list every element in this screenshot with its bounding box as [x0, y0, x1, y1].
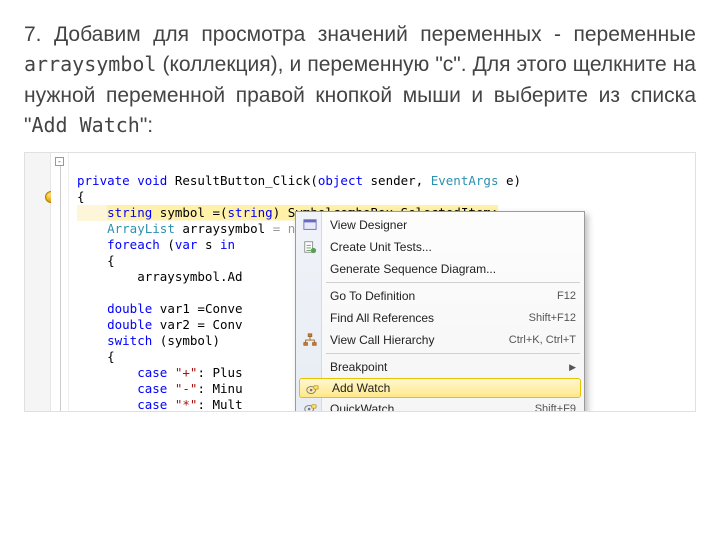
- menu-item-shortcut: F12: [557, 288, 576, 304]
- menu-item-label: Breakpoint: [330, 359, 569, 375]
- menu-item-label: Create Unit Tests...: [330, 239, 576, 255]
- menu-item-breakpoint[interactable]: Breakpoint▶: [298, 356, 582, 378]
- menu-item-label: Generate Sequence Diagram...: [330, 261, 576, 277]
- hierarchy-icon: [302, 332, 318, 348]
- menu-item-label: View Call Hierarchy: [330, 332, 499, 348]
- watch-icon: [302, 401, 318, 412]
- menu-item-create-unit-tests[interactable]: Create Unit Tests...: [298, 236, 582, 258]
- context-menu: View Designer Create Unit Tests... Generat…: [295, 211, 585, 412]
- menu-item-generate-sequence-diagram[interactable]: Generate Sequence Diagram...: [298, 258, 582, 280]
- submenu-arrow-icon: ▶: [569, 359, 576, 375]
- menu-item-shortcut: Shift+F9: [535, 401, 576, 412]
- menu-item-find-all-references[interactable]: Find All References Shift+F12: [298, 307, 582, 329]
- code-editor[interactable]: - private void ResultButton_Click(object…: [24, 152, 696, 412]
- menu-item-label: Add Watch: [332, 380, 574, 396]
- menu-item-label: Find All References: [330, 310, 519, 326]
- tests-icon: [302, 239, 318, 255]
- step-number: 7.: [24, 23, 42, 46]
- menu-item-shortcut: Ctrl+K, Ctrl+T: [509, 332, 576, 348]
- fold-toggle[interactable]: -: [55, 157, 64, 166]
- menu-item-shortcut: Shift+F12: [529, 310, 576, 326]
- menu-item-label: QuickWatch...: [330, 401, 525, 412]
- menu-item-label: Go To Definition: [330, 288, 547, 304]
- menu-separator: [326, 282, 580, 283]
- menu-separator: [326, 353, 580, 354]
- menu-item-view-call-hierarchy[interactable]: View Call Hierarchy Ctrl+K, Ctrl+T: [298, 329, 582, 351]
- watch-icon: [304, 382, 320, 398]
- fold-strip: -: [51, 153, 69, 411]
- designer-icon: [302, 217, 318, 233]
- instruction-text: 7. Добавим для просмотра значений переме…: [24, 20, 696, 142]
- menu-item-view-designer[interactable]: View Designer: [298, 214, 582, 236]
- menu-item-go-to-definition[interactable]: Go To Definition F12: [298, 285, 582, 307]
- menu-item-label: View Designer: [330, 217, 576, 233]
- menu-item-quickwatch[interactable]: QuickWatch... Shift+F9: [298, 398, 582, 412]
- menu-item-add-watch[interactable]: Add Watch: [299, 378, 581, 398]
